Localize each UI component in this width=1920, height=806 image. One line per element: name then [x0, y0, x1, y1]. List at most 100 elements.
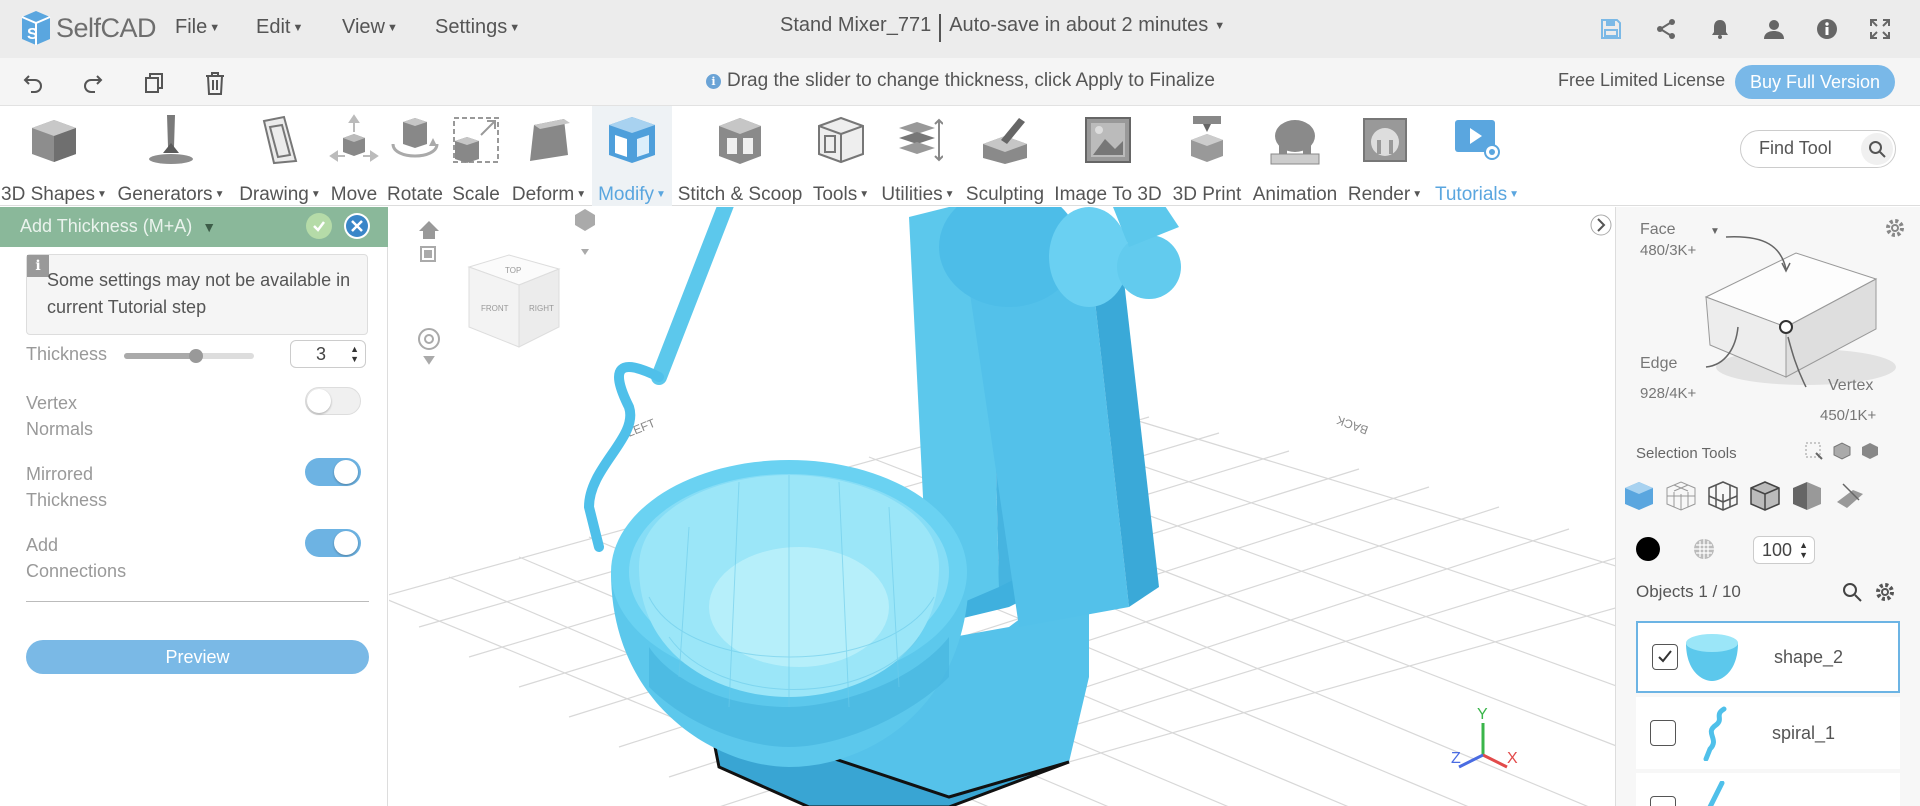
thickness-input[interactable]: 3 ▲ ▼ [290, 340, 366, 368]
search-icon[interactable] [1842, 582, 1862, 607]
bell-icon[interactable] [1705, 14, 1735, 44]
color-swatch[interactable] [1636, 537, 1660, 561]
stepper-arrows-icon[interactable]: ▲ ▼ [1799, 540, 1808, 560]
info-icon[interactable] [1812, 14, 1842, 44]
object-name: shape_2 [1774, 647, 1844, 667]
add-connections-label: Add Connections [26, 535, 127, 581]
object-row[interactable] [1636, 773, 1900, 806]
box-select-icon[interactable] [1804, 441, 1824, 466]
nav-cube-right: RIGHT [529, 304, 554, 313]
menu-edit-label: Edit [256, 16, 291, 38]
tool-label: Animation [1252, 184, 1338, 205]
plane-select-icon[interactable] [1832, 479, 1866, 513]
tool-tutorials[interactable]: Tutorials ▼ [1430, 106, 1524, 206]
camera-view-icon[interactable] [575, 209, 595, 255]
save-icon[interactable] [1596, 14, 1626, 44]
tool-tools[interactable]: Tools ▼ [806, 106, 876, 206]
tool-animation[interactable]: Animation [1250, 106, 1340, 206]
stepper-arrows-icon[interactable]: ▲ ▼ [350, 344, 359, 364]
navigation-cube[interactable]: TOP FRONT RIGHT [467, 254, 561, 348]
user-icon[interactable] [1759, 14, 1789, 44]
solid-select-icon[interactable] [1860, 441, 1880, 466]
tool-drawing[interactable]: Drawing ▼ [234, 106, 326, 206]
tool-label: Stitch & Scoop [677, 184, 803, 205]
autosave-status[interactable]: Auto-save in about 2 minutes [949, 14, 1208, 42]
cube-icon [26, 112, 82, 168]
menu-file[interactable]: File ▼ [175, 16, 220, 39]
copy-icon[interactable] [138, 67, 170, 99]
redo-icon[interactable] [77, 67, 109, 99]
vertex-select-icon[interactable] [1748, 479, 1782, 513]
menu-view[interactable]: View ▼ [342, 16, 398, 39]
object-visibility-checkbox[interactable] [1650, 720, 1676, 746]
undo-icon[interactable] [17, 67, 49, 99]
tool-stitch-scoop[interactable]: Stitch & Scoop [676, 106, 804, 206]
trash-icon[interactable] [199, 67, 231, 99]
tool-deform[interactable]: Deform ▼ [505, 106, 593, 206]
tool-label: Generators ▼ [117, 184, 225, 205]
tool-3d-shapes[interactable]: 3D Shapes ▼ [0, 106, 108, 206]
document-title[interactable]: Stand Mixer_771 [780, 14, 931, 42]
face-select-icon[interactable] [1664, 479, 1698, 513]
mirrored-thickness-toggle[interactable] [305, 458, 361, 486]
toggle-knob [334, 460, 358, 484]
find-tool-input[interactable] [1759, 138, 1859, 159]
object-row[interactable]: spiral_1 [1636, 697, 1900, 769]
edge-select-icon[interactable] [1706, 479, 1740, 513]
tool-label: Sculpting [965, 184, 1045, 205]
menu-edit[interactable]: Edit ▼ [256, 16, 303, 39]
collapse-right-panel-icon[interactable] [1590, 210, 1612, 240]
tool-image-to-3d[interactable]: Image To 3D [1052, 106, 1164, 206]
menu-settings[interactable]: Settings ▼ [435, 16, 520, 39]
grid-label-back: BACK [1335, 413, 1371, 437]
spiral-thumbnail-icon [1703, 706, 1727, 761]
caret-down-icon: ▼ [202, 219, 217, 235]
tool-generators[interactable]: Generators ▼ [112, 106, 230, 206]
share-icon[interactable] [1651, 14, 1681, 44]
tool-move[interactable]: Move [326, 106, 382, 206]
tools-icon [813, 112, 869, 168]
buy-full-version-button[interactable]: Buy Full Version [1735, 65, 1895, 99]
preview-button[interactable]: Preview [26, 640, 369, 674]
half-select-icon[interactable] [1790, 479, 1824, 513]
object-visibility-checkbox[interactable] [1650, 796, 1676, 806]
svg-text:S: S [27, 26, 38, 43]
menu-view-label: View [342, 16, 385, 38]
top-menu-bar: S SelfCAD File ▼ Edit ▼ View ▼ Settings ▼ St… [0, 0, 1920, 58]
selection-panel: Face ▼ 480/3K+ Edge 928/4K+ Vertex 450/1… [1615, 207, 1920, 806]
orbit-target-icon[interactable] [418, 328, 440, 365]
selfcad-logo[interactable]: S SelfCAD [18, 8, 188, 48]
logo-text: SelfCAD [56, 12, 157, 43]
texture-icon[interactable] [1692, 537, 1716, 566]
tool-rotate[interactable]: Rotate [383, 106, 447, 206]
tool-modify[interactable]: Modify ▼ [592, 106, 672, 206]
tool-render[interactable]: Render ▼ [1342, 106, 1428, 206]
gear-icon[interactable] [1874, 581, 1896, 608]
tool-scale[interactable]: Scale [447, 106, 505, 206]
chevron-down-icon[interactable]: ▼ [1214, 20, 1225, 42]
fullscreen-icon[interactable] [1865, 14, 1895, 44]
thickness-slider-handle[interactable] [188, 349, 203, 363]
fit-view-icon[interactable] [420, 246, 436, 262]
panel-title[interactable]: Add Thickness (M+A) ▼ [20, 216, 216, 237]
add-connections-toggle[interactable] [305, 529, 361, 557]
cube-select-icon[interactable] [1832, 441, 1852, 466]
opacity-input[interactable]: 100 ▲ ▼ [1753, 536, 1815, 564]
tool-label: Tools ▼ [812, 184, 870, 205]
home-view-icon[interactable] [419, 221, 439, 239]
object-select-icon[interactable] [1622, 479, 1656, 513]
scene-canvas[interactable]: LEFT BACK TOP FRONT RIGHT Y X Z [389, 207, 1615, 806]
close-icon[interactable] [344, 213, 370, 239]
vertex-normals-toggle[interactable] [305, 387, 361, 415]
tool-sculpting[interactable]: Sculpting [960, 106, 1050, 206]
title-separator [939, 14, 942, 42]
thickness-slider[interactable] [124, 349, 254, 363]
object-row[interactable]: shape_2 [1636, 621, 1900, 693]
search-icon[interactable] [1861, 133, 1893, 165]
tool-3d-print[interactable]: 3D Print [1166, 106, 1248, 206]
apply-check-icon[interactable] [306, 213, 332, 239]
tool-label: Render ▼ [1347, 184, 1423, 205]
object-visibility-checkbox[interactable] [1652, 644, 1678, 670]
3d-viewport[interactable]: LEFT BACK TOP FRONT RIGHT Y X Z [389, 207, 1615, 806]
tool-utilities[interactable]: Utilities ▼ [878, 106, 958, 206]
